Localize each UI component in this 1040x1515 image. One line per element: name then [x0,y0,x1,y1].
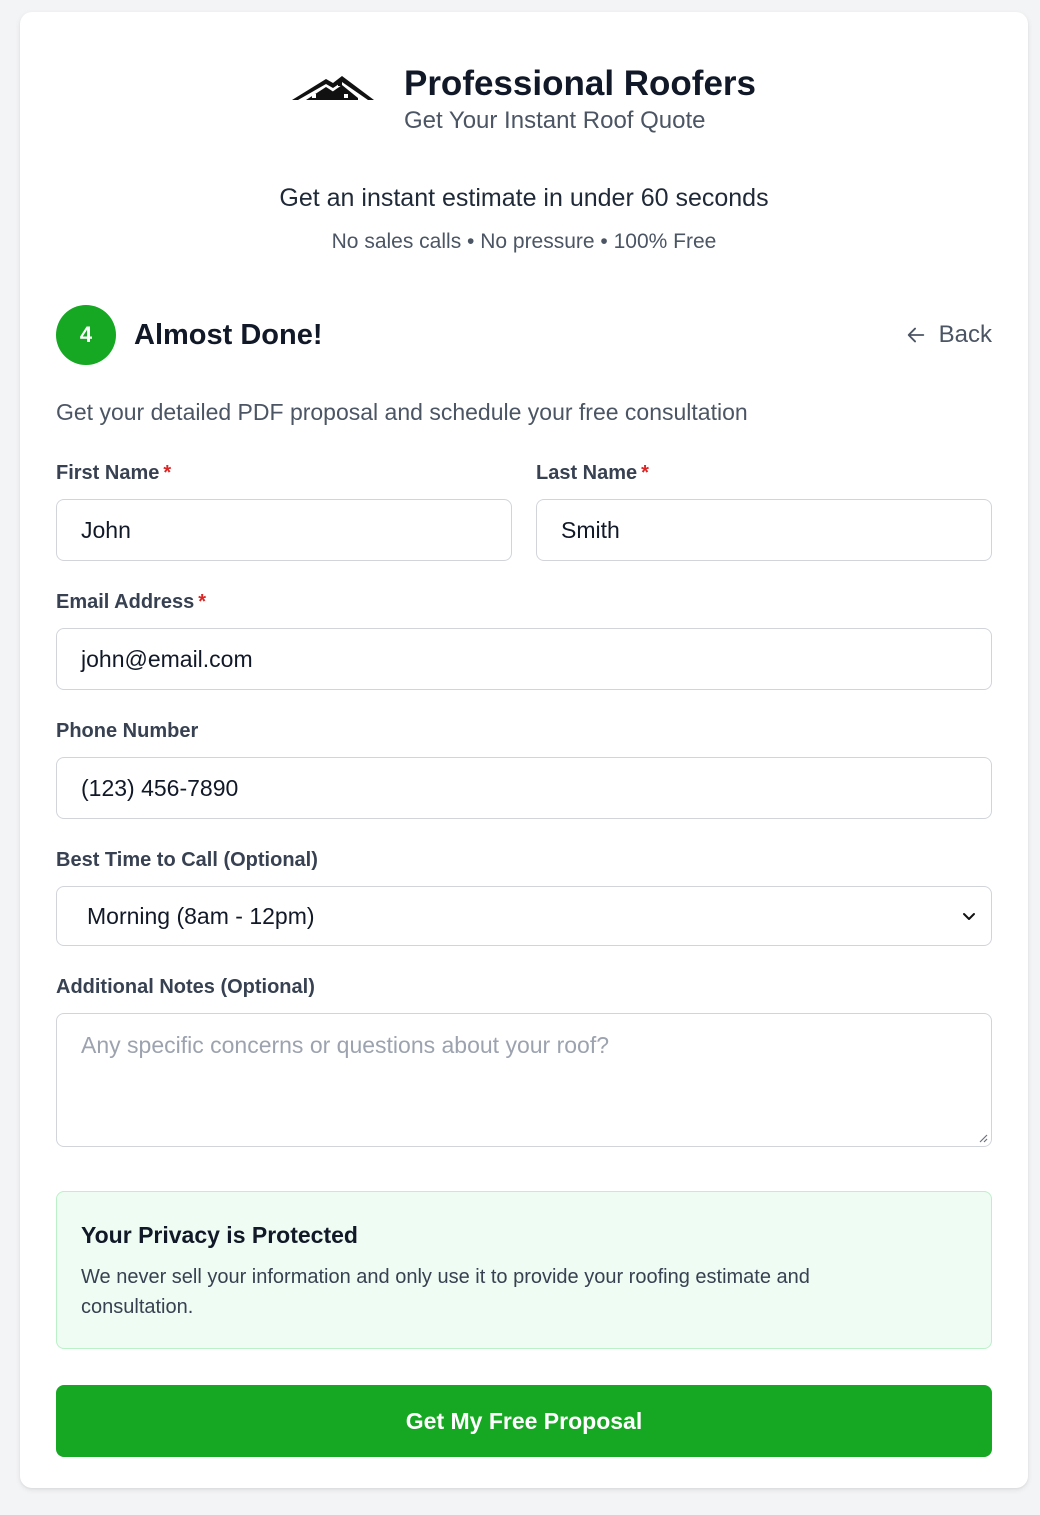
step-title-group: 4 Almost Done! [56,305,323,365]
step-header: 4 Almost Done! Back [56,304,992,366]
last-name-label-text: Last Name [536,462,638,484]
best-time-selected: Morning (8am - 12pm) [87,902,315,929]
privacy-body: We never sell your information and only … [81,1266,810,1318]
best-time-label: Best Time to Call (Optional) [56,849,318,871]
first-name-label-text: First Name [56,462,160,484]
arrow-left-icon [907,327,924,343]
brand-name: Professional Roofers [403,64,757,103]
first-name-label: First Name * [56,460,512,486]
notes-group: Additional Notes (Optional) Any specific… [56,974,992,1147]
last-name-input[interactable]: Smith [536,499,992,561]
step-description: Get your detailed PDF proposal and sched… [56,399,748,425]
first-name-group: First Name * John [56,460,512,561]
notes-textarea[interactable]: Any specific concerns or questions about… [56,1013,992,1147]
phone-input[interactable]: (123) 456-7890 [56,757,992,819]
privacy-title: Your Privacy is Protected [81,1222,358,1248]
best-time-select[interactable]: Morning (8am - 12pm) [56,886,992,946]
quote-card: Professional Roofers Get Your Instant Ro… [20,12,1028,1488]
back-button[interactable]: Back [905,321,992,349]
email-label-text: Email Address [56,591,195,613]
brand-header: Professional Roofers Get Your Instant Ro… [56,60,992,140]
hero-tagline: Get an instant estimate in under 60 seco… [279,184,769,212]
last-name-label: Last Name * [536,460,992,486]
required-mark: * [641,462,649,484]
phone-label: Phone Number [56,720,199,742]
house-roof-icon [291,76,374,100]
brand-text: Professional Roofers Get Your Instant Ro… [404,64,756,136]
brand-subtitle: Get Your Instant Roof Quote [403,107,706,134]
email-input[interactable]: john@email.com [56,628,992,690]
required-mark: * [198,591,206,613]
phone-group: Phone Number (123) 456-7890 [56,718,992,819]
back-label: Back [938,321,992,348]
resize-grip-icon[interactable] [976,1131,988,1143]
step-title: Almost Done! [134,318,323,351]
hero-subtagline: No sales calls • No pressure • 100% Free [331,230,717,253]
required-mark: * [163,462,172,484]
notes-placeholder: Any specific concerns or questions about… [81,1032,610,1058]
privacy-notice: Your Privacy is Protected We never sell … [56,1191,992,1349]
notes-label: Additional Notes (Optional) [56,976,315,998]
best-time-group: Best Time to Call (Optional) Morning (8a… [56,847,992,946]
first-name-input[interactable]: John [56,499,512,561]
step-number-badge: 4 [56,305,116,365]
email-group: Email Address * john@email.com [56,589,992,690]
name-row: First Name * John Last Name * Smith [56,460,992,561]
last-name-group: Last Name * Smith [536,460,992,561]
get-proposal-button[interactable]: Get My Free Proposal [56,1385,992,1457]
chevron-down-icon [963,913,975,920]
email-label: Email Address * [56,589,992,615]
